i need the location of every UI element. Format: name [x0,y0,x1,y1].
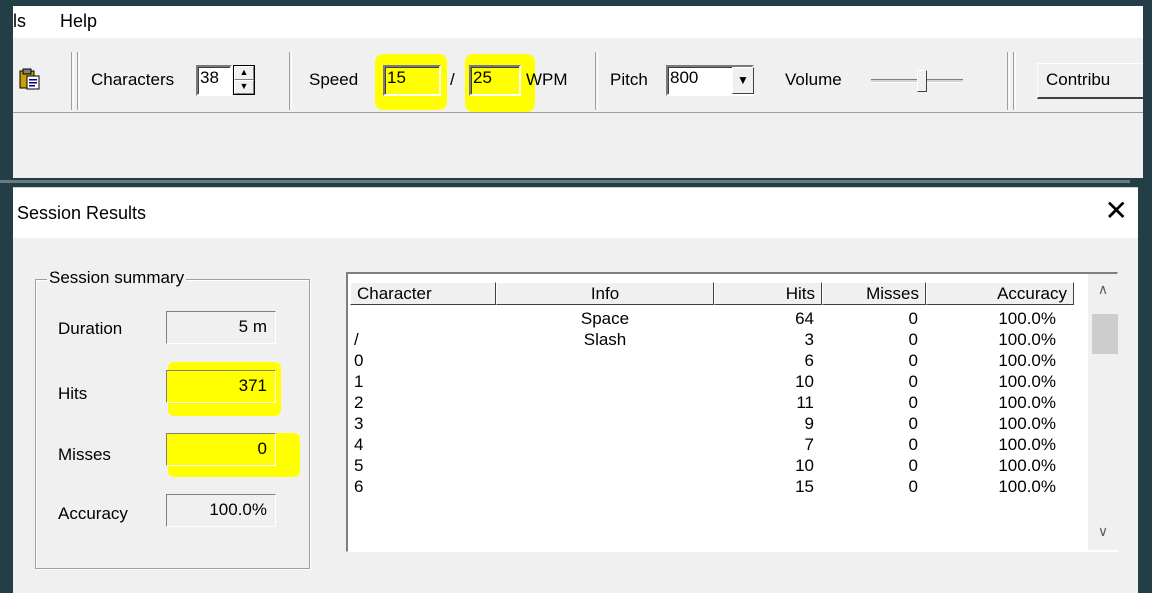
volume-label: Volume [785,70,842,89]
menu-tools[interactable]: ls [13,11,26,32]
cell-accuracy: 100.0% [998,414,1056,433]
hits-label: Hits [58,384,88,403]
cell-hits: 10 [795,456,814,475]
cell-accuracy: 100.0% [998,309,1056,328]
misses-value: 0 [166,433,276,466]
misses-label: Misses [58,445,111,464]
cell-info [496,413,714,434]
cell-accuracy: 100.0% [998,372,1056,391]
chevron-down-icon[interactable]: ▼ [732,67,754,94]
cell-accuracy: 100.0% [998,477,1056,496]
cell-accuracy: 100.0% [998,456,1056,475]
cell-character: 2 [354,393,364,412]
cell-hits: 7 [804,435,814,454]
cell-info [496,350,714,371]
toolbar-separator [1013,52,1016,110]
cell-info: Space [580,309,630,328]
cell-accuracy: 100.0% [998,393,1056,412]
toolbar-separator [1007,52,1010,110]
session-summary-legend: Session summary [47,268,187,288]
toolbar: Characters 38 ▲ ▼ Speed 15 / 25 WPM Pitc… [13,46,1143,113]
cell-misses: 0 [908,393,918,412]
cell-info [496,371,714,392]
cell-misses: 0 [908,477,918,496]
speed-char-input[interactable]: 15 [383,65,441,96]
menubar: ls Help [13,6,1143,38]
cell-hits: 3 [804,330,814,349]
cell-hits: 11 [796,393,814,412]
cell-character: 1 [354,372,364,391]
scroll-down-icon[interactable]: ∨ [1088,518,1118,544]
cell-misses: 0 [908,414,918,433]
cell-character: 4 [354,435,364,454]
cell-character: 6 [354,477,364,496]
results-table[interactable]: Character Info Hits Misses Accuracy Spac… [346,272,1118,552]
cell-info: Slash [583,330,627,349]
column-header-info[interactable]: Info [496,282,714,305]
window-divider [0,180,1130,183]
session-results-dialog: Session Results ✕ Session summary Durati… [13,187,1138,593]
cell-hits: 15 [795,477,814,496]
table-scrollbar[interactable]: ∧ ∨ [1088,274,1118,550]
spin-up-icon[interactable]: ▲ [234,66,254,80]
cell-info [496,455,714,476]
column-header-accuracy[interactable]: Accuracy [926,282,1074,305]
toolbar-separator [289,52,292,110]
cell-accuracy: 100.0% [998,330,1056,349]
cell-hits: 9 [804,414,814,433]
column-header-character[interactable]: Character [350,282,496,305]
cell-misses: 0 [908,372,918,391]
cell-character [354,308,494,329]
characters-spinner[interactable]: ▲ ▼ [233,65,255,95]
hits-value: 371 [166,370,276,403]
accuracy-label: Accuracy [58,504,128,523]
cell-hits: 6 [804,351,814,370]
menu-help[interactable]: Help [60,11,97,32]
cell-info [496,476,714,497]
cell-info [496,434,714,455]
cell-info [496,392,714,413]
cell-misses: 0 [908,351,918,370]
cell-character: 3 [354,414,364,433]
cell-misses: 0 [908,309,918,328]
cell-character: / [354,330,359,349]
volume-slider-thumb[interactable] [917,70,927,92]
toolbar-separator [595,52,598,110]
column-header-misses[interactable]: Misses [822,282,926,305]
duration-value: 5 m [166,311,276,344]
speed-effective-input[interactable]: 25 [469,65,521,96]
column-header-hits[interactable]: Hits [714,282,822,305]
cell-accuracy: 100.0% [998,435,1056,454]
dialog-title: Session Results [17,203,147,223]
dialog-titlebar: Session Results ✕ [13,188,1138,238]
wpm-label: WPM [526,70,568,89]
toolbar-separator [71,52,74,110]
spin-down-icon[interactable]: ▼ [234,80,254,94]
cell-hits: 10 [795,372,814,391]
cell-character: 0 [354,351,364,370]
close-icon[interactable]: ✕ [1105,196,1128,226]
cell-character: 5 [354,456,364,475]
pitch-label: Pitch [610,70,648,89]
toolbar-lower-area [13,114,1143,178]
scroll-up-icon[interactable]: ∧ [1088,276,1118,302]
scroll-thumb[interactable] [1092,314,1118,354]
contribute-button[interactable]: Contribu [1037,63,1143,99]
cell-misses: 0 [908,456,918,475]
cell-hits: 64 [795,309,814,328]
characters-label: Characters [91,70,175,89]
paste-icon[interactable] [19,68,41,90]
toolbar-separator [77,52,80,110]
cell-accuracy: 100.0% [998,351,1056,370]
app-window: ls Help Characters 38 ▲ ▼ Speed 15 / 25 … [13,6,1143,178]
duration-label: Duration [58,319,123,338]
characters-input[interactable]: 38 [196,65,232,96]
speed-separator: / [450,70,455,89]
accuracy-value: 100.0% [166,494,276,527]
cell-misses: 0 [908,435,918,454]
cell-misses: 0 [908,330,918,349]
speed-label: Speed [309,70,359,89]
